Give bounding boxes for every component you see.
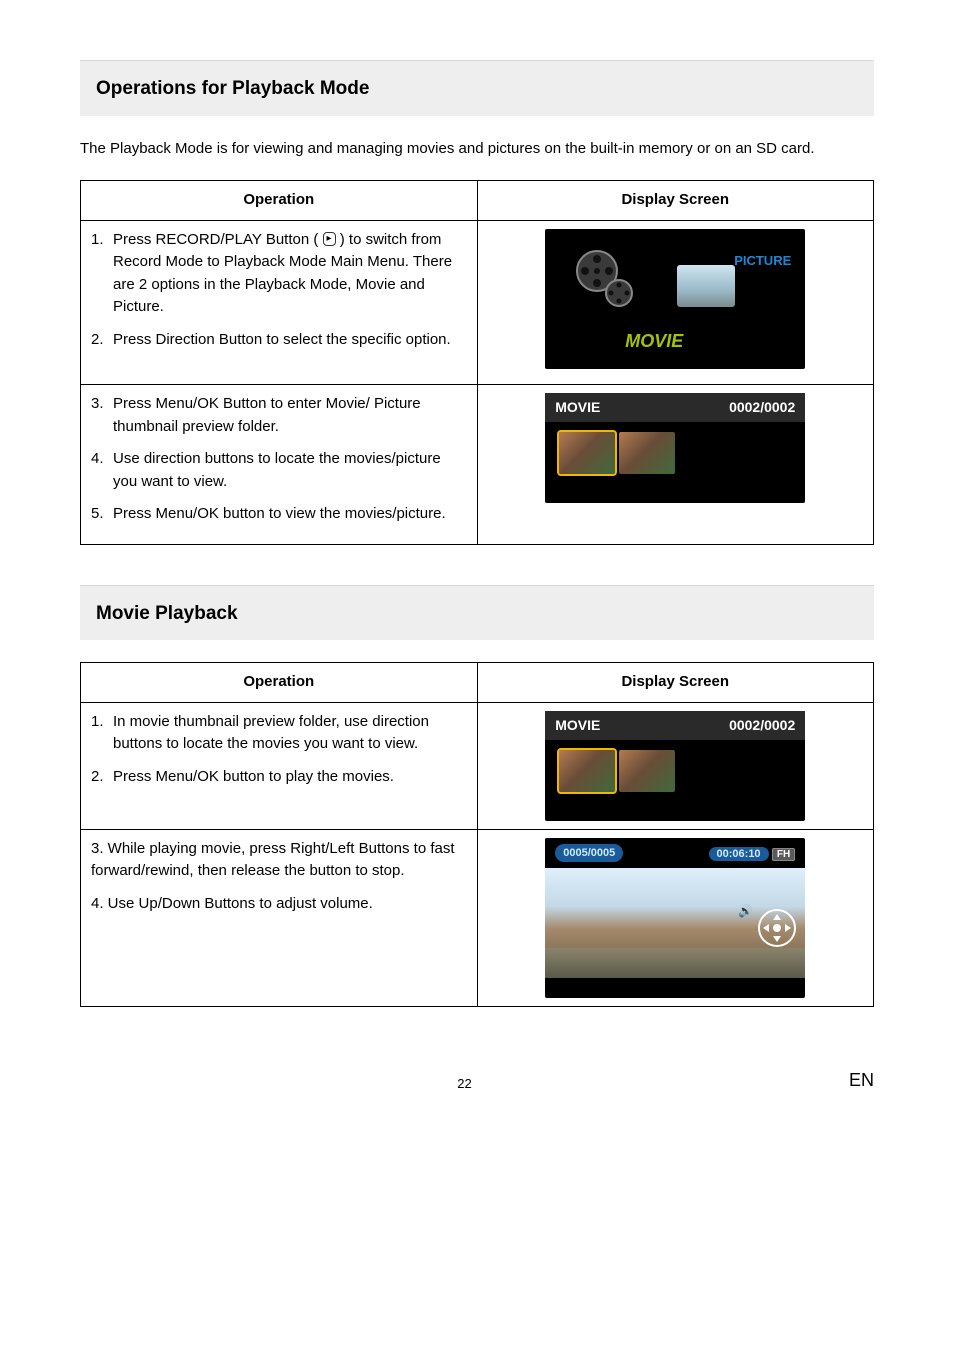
column-header-operation: Operation [81,663,478,703]
section-title: Operations for Playback Mode [96,75,858,104]
display-screen-thumbnails: MOVIE 0002/0002 [545,393,805,503]
page-number: 22 [80,1074,849,1094]
picture-thumbnail [677,265,735,307]
step-text: Press Menu/OK button to play the movies. [113,766,467,789]
display-screen-thumbnails: MOVIE 0002/0002 [545,711,805,821]
step-text: In movie thumbnail preview folder, use d… [113,711,467,756]
list-item: 3. Press Menu/OK Button to enter Movie/ … [91,393,467,438]
step-number: 2. [91,329,113,352]
table-row: 1. Press RECORD/PLAY Button ( ▸ ) to swi… [81,220,874,385]
counter-badge: 0005/0005 [555,844,623,863]
section-title: Movie Playback [96,600,858,629]
step-number: 2. [91,766,113,789]
column-header-display: Display Screen [477,181,874,221]
table-row: 3. While playing movie, press Right/Left… [81,829,874,1006]
step-number: 1. [91,229,113,319]
screen-header-left: MOVIE [555,397,600,418]
step-number: 1. [91,711,113,756]
section-heading-playback-ops: Operations for Playback Mode [80,60,874,116]
speaker-icon: 🔊 [738,902,753,920]
list-item: 2. Press Direction Button to select the … [91,329,467,352]
thumbnail [619,750,675,792]
step-text: Use direction buttons to locate the movi… [113,448,467,493]
film-reel-icon [575,249,635,309]
intro-text: The Playback Mode is for viewing and man… [80,138,874,161]
movie-label: MOVIE [625,328,683,355]
display-screen-playing: 0005/0005 00:06:10 FH 🔊 [545,838,805,998]
list-item: 2. Press Menu/OK button to play the movi… [91,766,467,789]
time-badge: 00:06:10 [709,847,769,861]
step-text: 3. While playing movie, press Right/Left… [91,838,467,883]
table-row: 3. Press Menu/OK Button to enter Movie/ … [81,385,874,545]
list-item: 5. Press Menu/OK button to view the movi… [91,503,467,526]
column-header-operation: Operation [81,181,478,221]
step-text: Press RECORD/PLAY Button ( ▸ ) to switch… [113,229,467,319]
page-footer: 22 EN [80,1067,874,1094]
operations-table-movie: Operation Display Screen 1. In movie thu… [80,662,874,1007]
fh-badge: FH [772,848,795,861]
list-item: 4. Use direction buttons to locate the m… [91,448,467,493]
section-heading-movie-playback: Movie Playback [80,585,874,641]
language-label: EN [849,1067,874,1094]
list-item: 1. Press RECORD/PLAY Button ( ▸ ) to swi… [91,229,467,319]
thumbnail [559,432,615,474]
table-row: 1. In movie thumbnail preview folder, us… [81,702,874,829]
video-frame: 🔊 [545,868,805,978]
screen-header-right: 0002/0002 [729,715,795,736]
step-text: Press Menu/OK Button to enter Movie/ Pic… [113,393,467,438]
step-number: 5. [91,503,113,526]
operations-table-playback: Operation Display Screen 1. Press RECORD… [80,180,874,545]
dpad-icon [757,908,797,948]
picture-label: PICTURE [734,251,791,271]
display-screen-menu: PICTURE MOVIE [545,229,805,369]
step-text: 4. Use Up/Down Buttons to adjust volume. [91,893,467,916]
list-item: 1. In movie thumbnail preview folder, us… [91,711,467,756]
step-text: Press Direction Button to select the spe… [113,329,467,352]
screen-header-left: MOVIE [555,715,600,736]
thumbnail [559,750,615,792]
column-header-display: Display Screen [477,663,874,703]
screen-header-right: 0002/0002 [729,397,795,418]
record-play-icon: ▸ [323,232,336,246]
step-number: 4. [91,448,113,493]
thumbnail [619,432,675,474]
step-text: Press Menu/OK button to view the movies/… [113,503,467,526]
step-number: 3. [91,393,113,438]
